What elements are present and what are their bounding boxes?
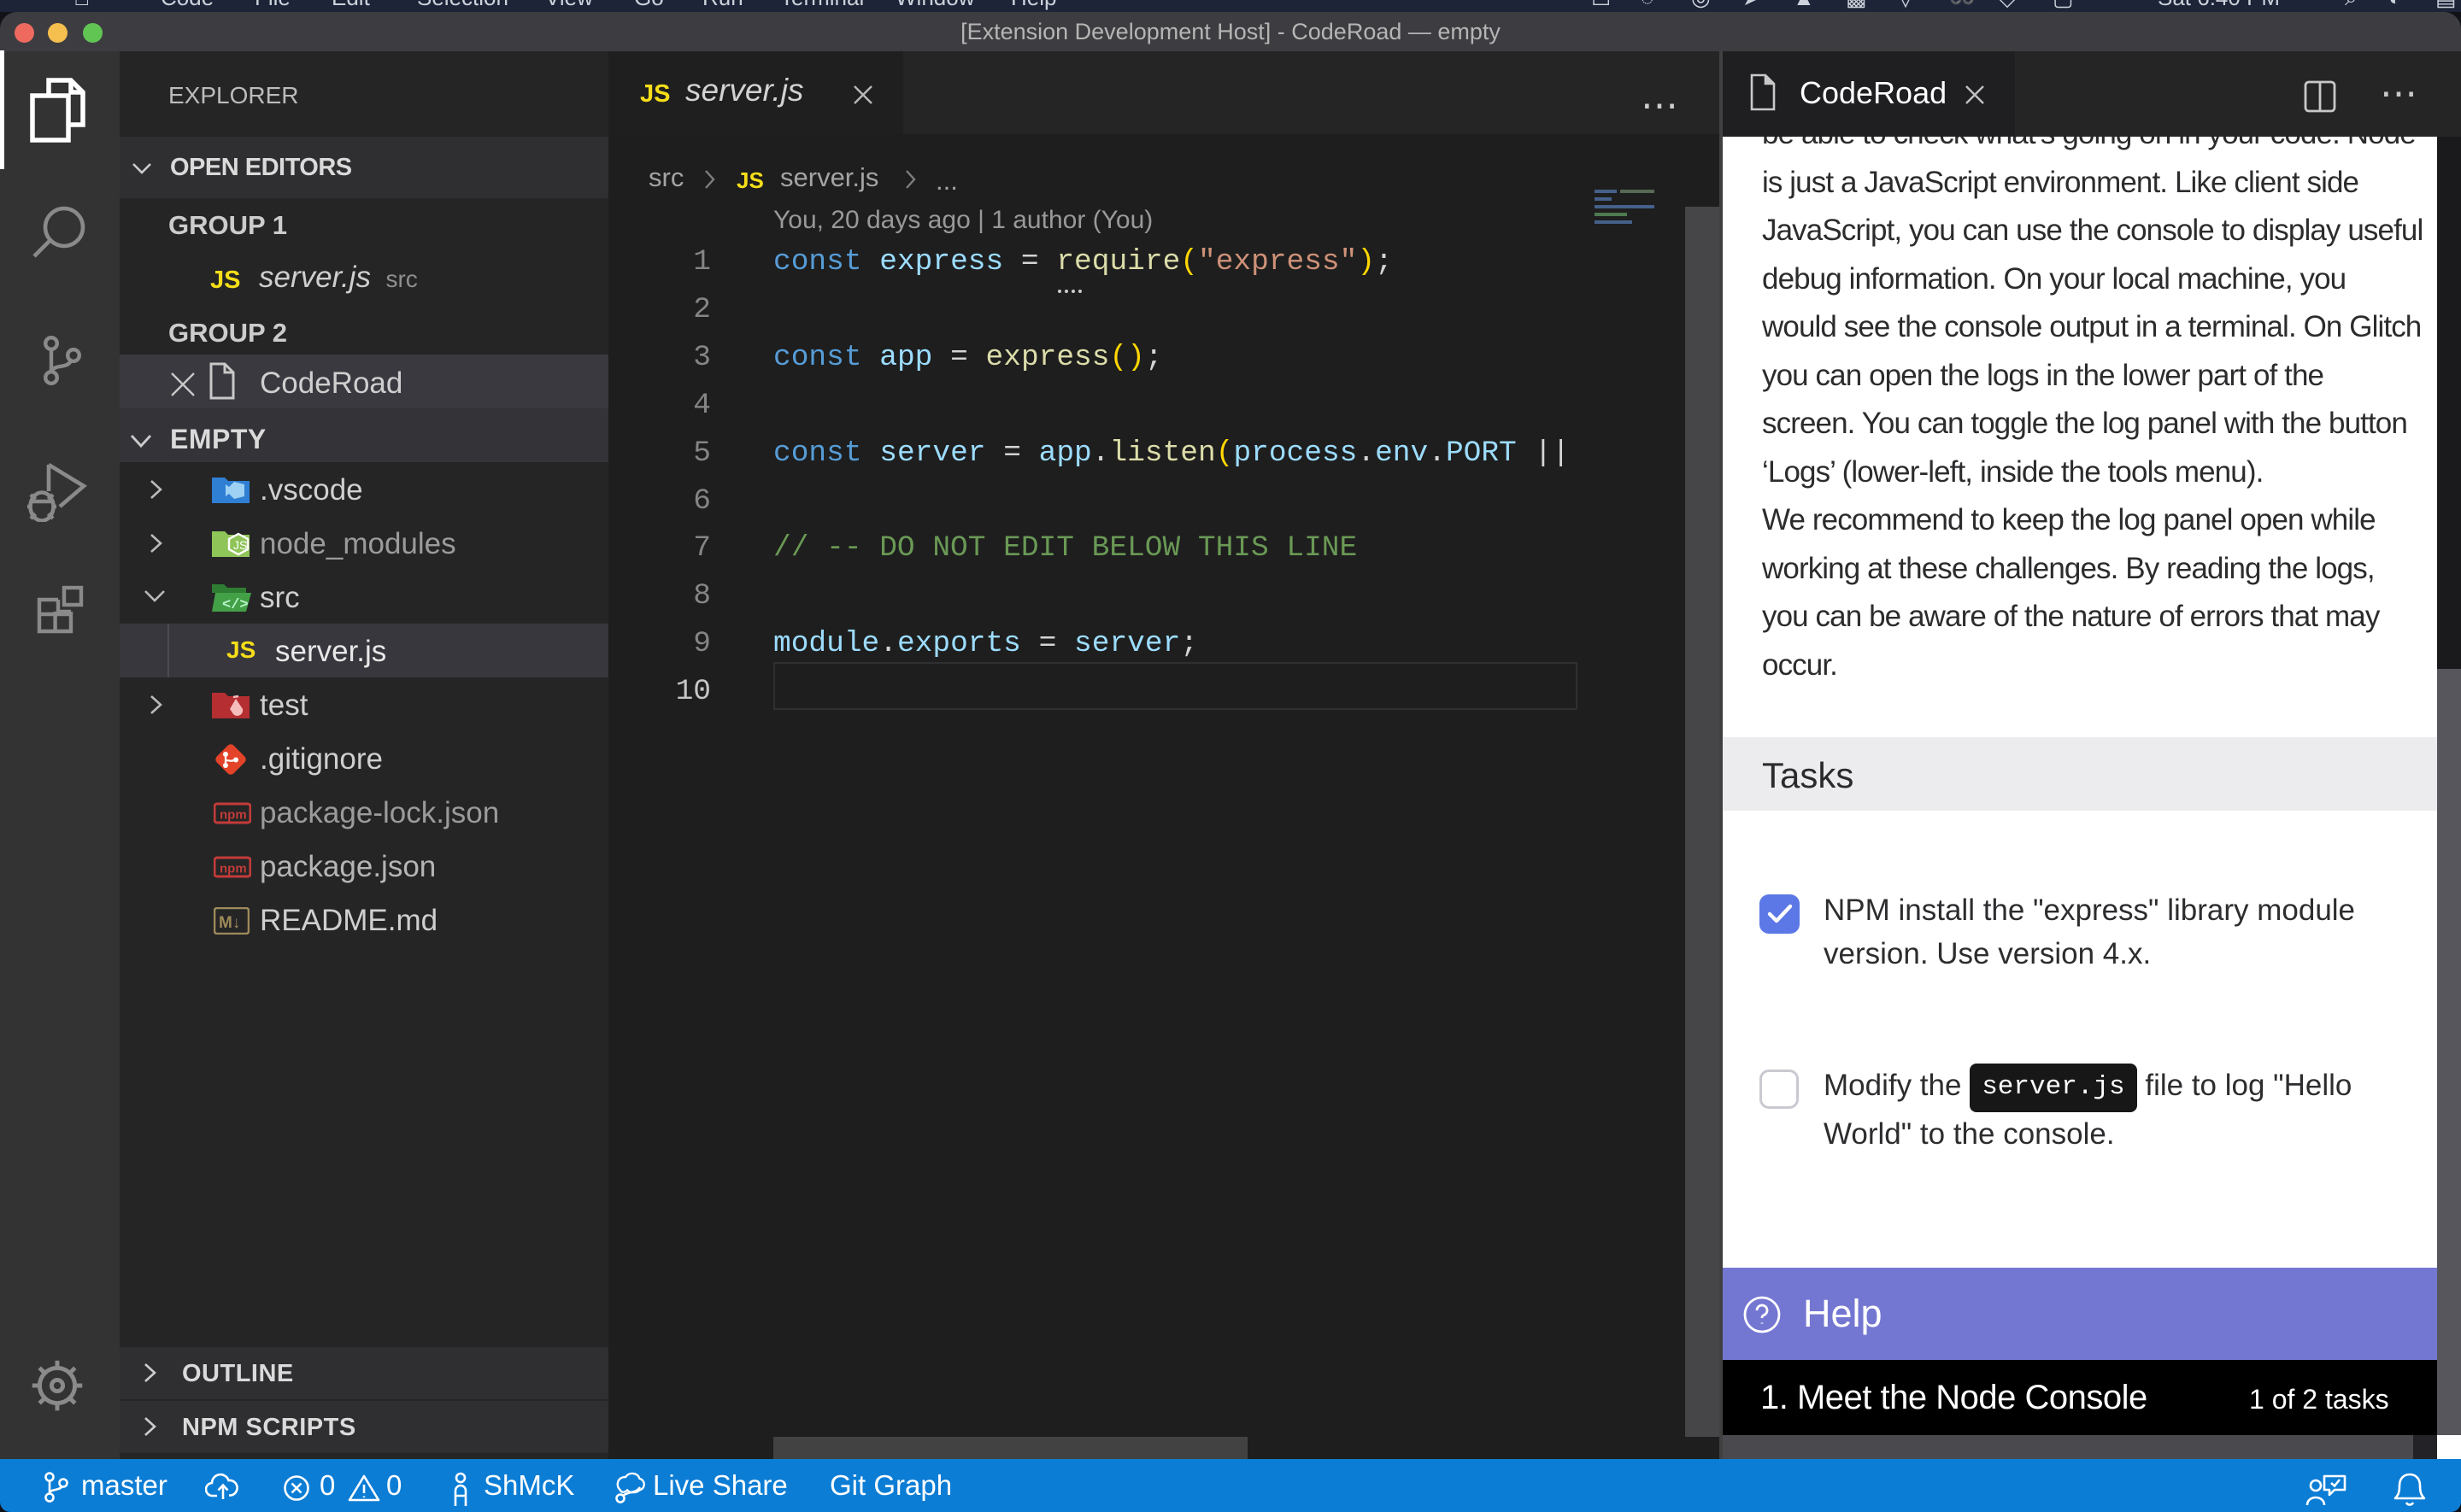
svg-text:</>: </> xyxy=(222,597,249,613)
svg-text:npm: npm xyxy=(220,808,247,823)
svg-text:JS: JS xyxy=(233,538,247,552)
svg-text:M↓: M↓ xyxy=(219,914,240,932)
svg-text:npm: npm xyxy=(220,862,247,876)
